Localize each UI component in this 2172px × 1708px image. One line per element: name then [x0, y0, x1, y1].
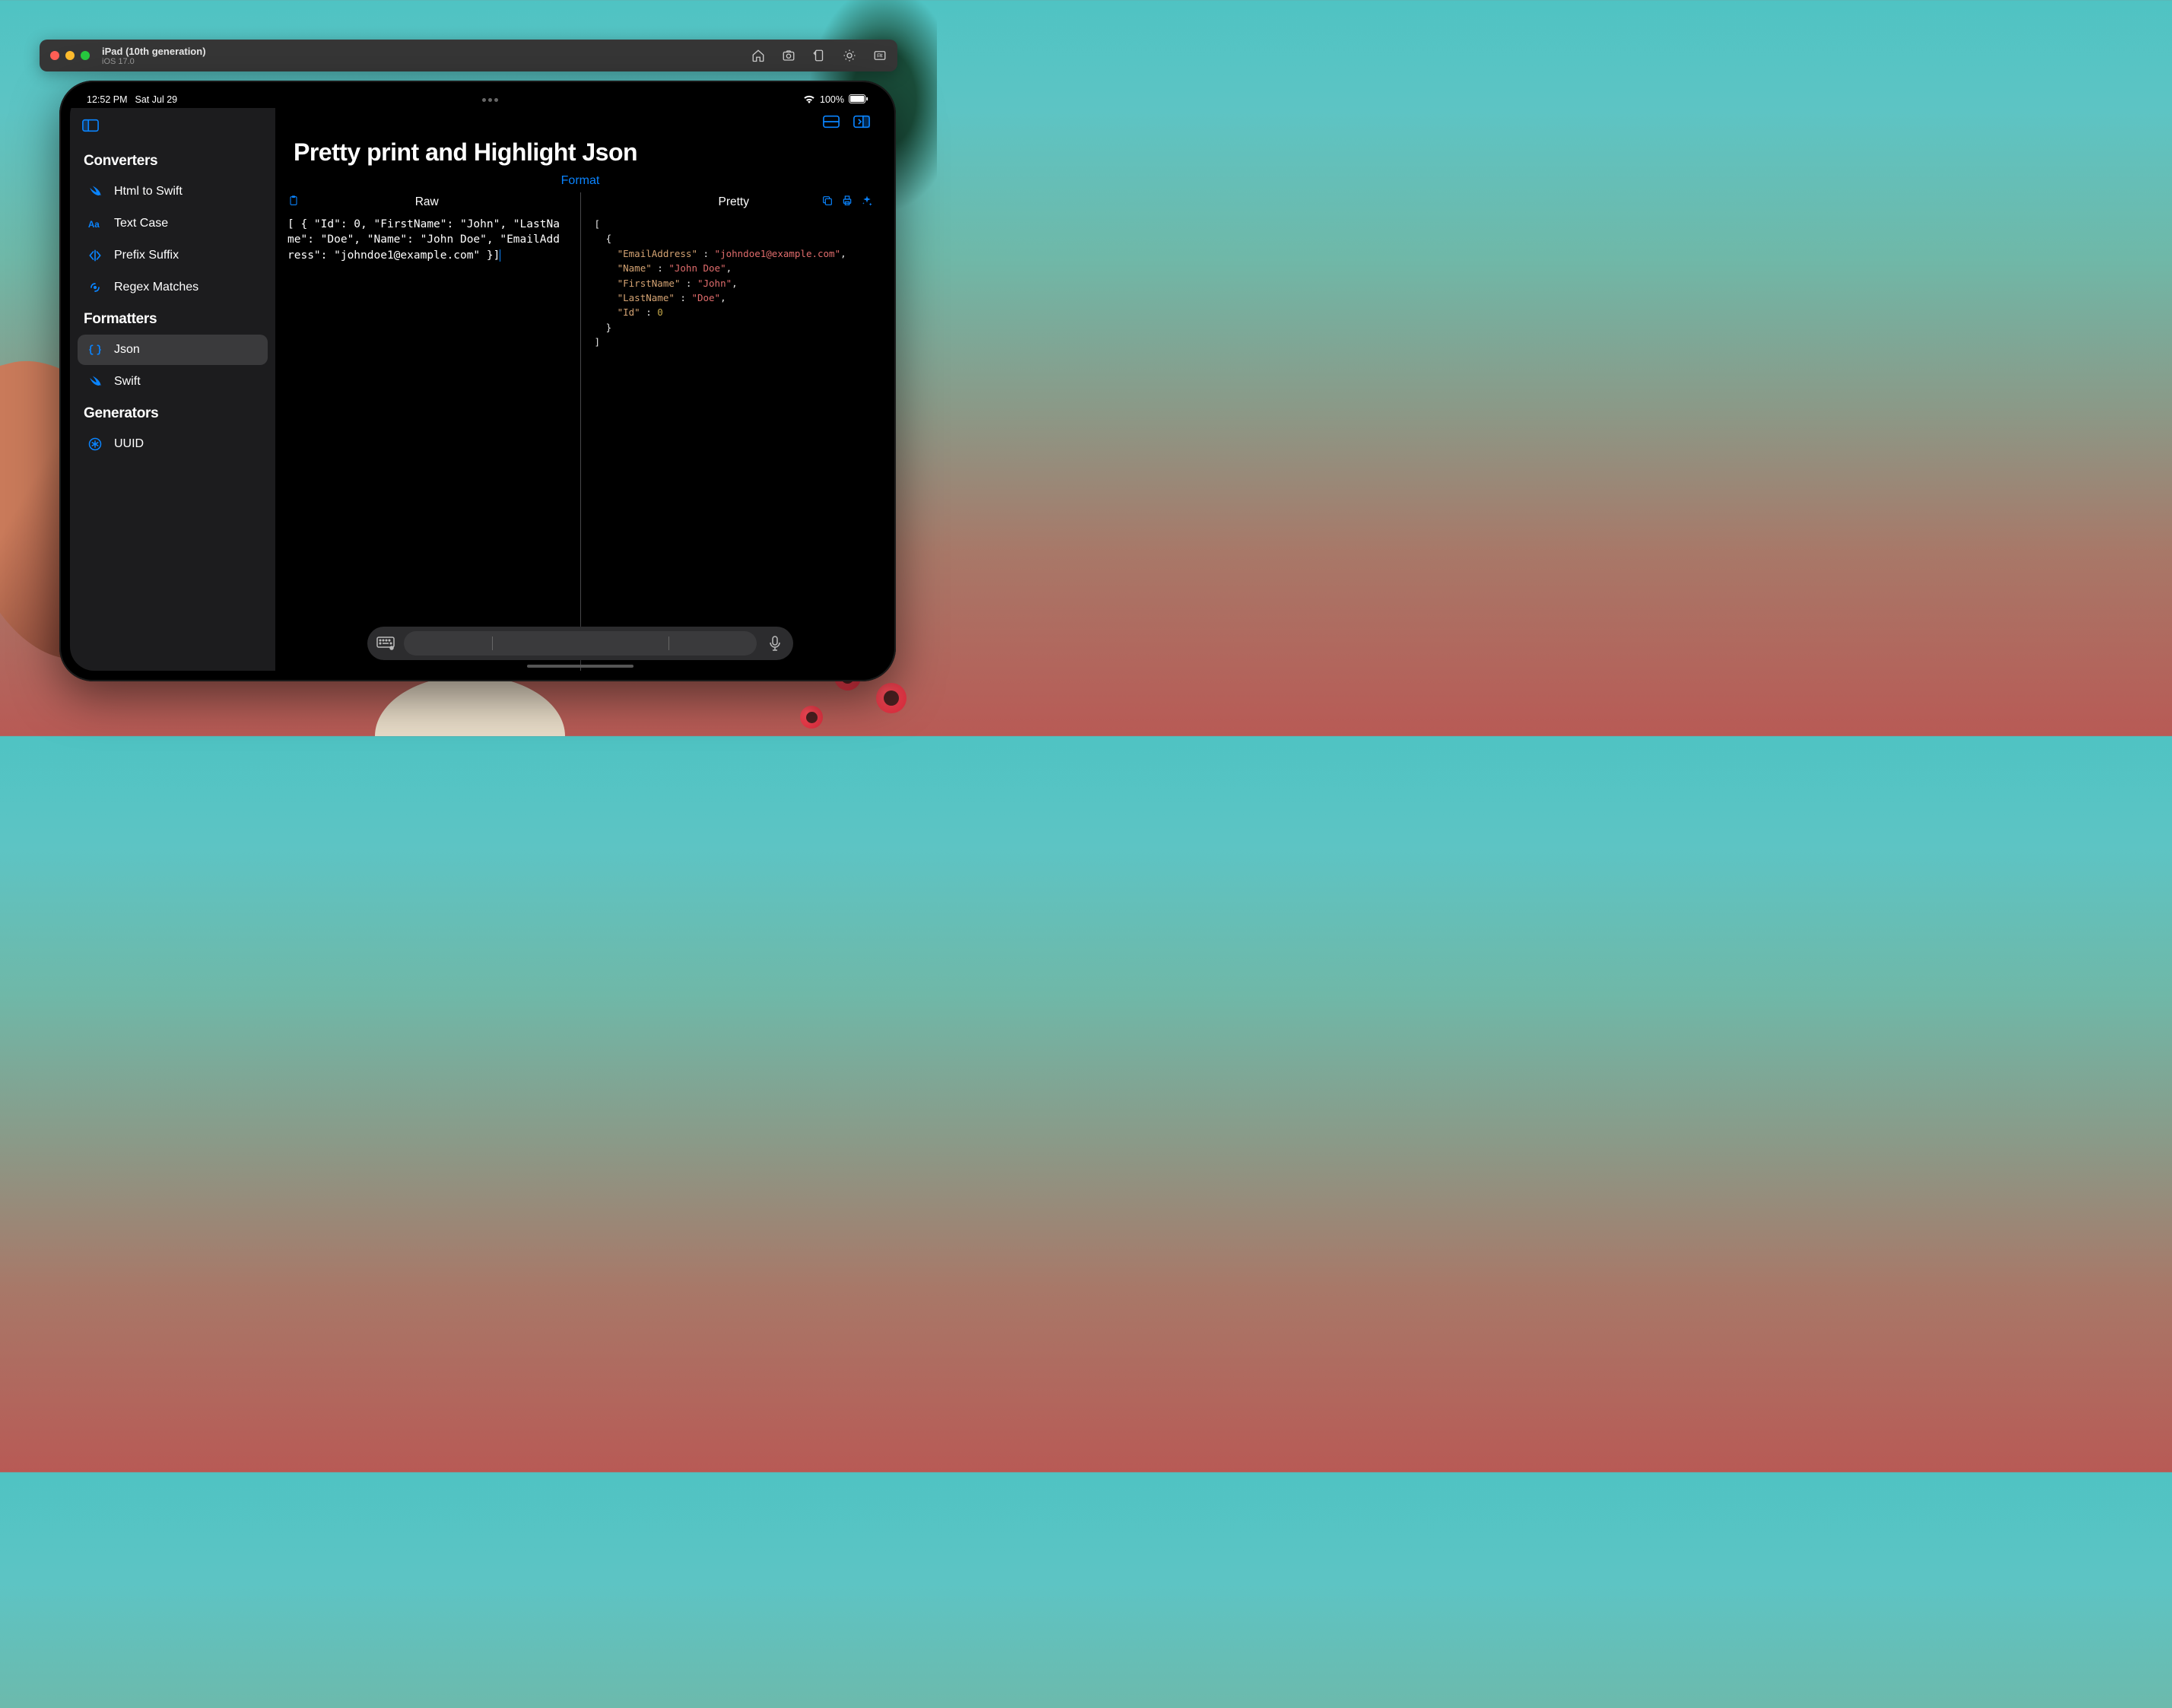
status-time: 12:52 PM: [87, 94, 128, 105]
nav-uuid[interactable]: UUID: [78, 429, 268, 459]
nav-label: Json: [114, 343, 140, 357]
asterisk-circle-icon: [87, 436, 103, 452]
section-formatters: Formatters: [70, 303, 275, 334]
simulator-device-name: iPad (10th generation): [102, 46, 206, 57]
ipad-screen: 12:52 PM Sat Jul 29 100% Converters Html…: [70, 91, 885, 671]
ipad-device-frame: 12:52 PM Sat Jul 29 100% Converters Html…: [59, 81, 896, 681]
simulator-os-version: iOS 17.0: [102, 57, 206, 66]
raw-pane: Raw [ { "Id": 0, "FirstName": "John", "L…: [275, 192, 579, 671]
home-icon[interactable]: [751, 49, 765, 62]
raw-code-input[interactable]: [ { "Id": 0, "FirstName": "John", "LastN…: [284, 215, 570, 671]
nav-label: Swift: [114, 375, 141, 389]
regex-icon: [87, 279, 103, 296]
screenshot-icon[interactable]: [782, 49, 795, 62]
pretty-pane: Pretty [ { "EmailAddress" : "johndoe1@ex…: [583, 192, 886, 671]
maximize-button[interactable]: [81, 51, 90, 60]
sparkle-icon[interactable]: [861, 195, 873, 211]
brightness-icon[interactable]: [843, 49, 856, 62]
sidebar: Converters Html to Swift Aa Text Case Pr…: [70, 108, 275, 671]
nav-label: UUID: [114, 437, 144, 451]
swift-bird-icon: [87, 183, 103, 200]
nav-prefix-suffix[interactable]: Prefix Suffix: [78, 240, 268, 271]
keyboard-accessory-bar: [367, 627, 793, 660]
keyboard-suggestion-field[interactable]: [404, 631, 757, 656]
pretty-code-output: [ { "EmailAddress" : "johndoe1@example.c…: [592, 215, 877, 671]
home-indicator[interactable]: [527, 665, 634, 668]
multitask-dots-icon[interactable]: [177, 98, 803, 102]
keyboard-icon[interactable]: [373, 631, 398, 656]
section-converters: Converters: [70, 145, 275, 176]
layout-horizontal-icon[interactable]: [823, 115, 840, 132]
section-generators: Generators: [70, 398, 275, 428]
copy-icon[interactable]: [821, 195, 834, 211]
svg-text:Aa: Aa: [88, 220, 100, 230]
page-title: Pretty print and Highlight Json: [275, 138, 885, 174]
nav-json[interactable]: Json: [78, 335, 268, 365]
status-bar: 12:52 PM Sat Jul 29 100%: [70, 91, 885, 108]
swift-bird-icon: [87, 373, 103, 390]
keyboard-shortcut-icon[interactable]: [873, 49, 887, 62]
nav-label: Regex Matches: [114, 281, 198, 294]
text-case-icon: Aa: [87, 215, 103, 232]
print-icon[interactable]: [841, 195, 853, 211]
prefix-suffix-icon: [87, 247, 103, 264]
raw-label: Raw: [415, 195, 439, 209]
json-braces-icon: [87, 341, 103, 358]
nav-swift[interactable]: Swift: [78, 367, 268, 397]
window-controls: [50, 51, 90, 60]
minimize-button[interactable]: [65, 51, 75, 60]
hide-sidebar-icon[interactable]: [853, 115, 870, 132]
status-date: Sat Jul 29: [135, 94, 178, 105]
format-button[interactable]: Format: [275, 174, 885, 192]
paste-icon[interactable]: [287, 195, 300, 211]
battery-icon: [849, 94, 868, 106]
microphone-icon[interactable]: [763, 631, 787, 656]
wifi-icon: [803, 94, 815, 106]
nav-text-case[interactable]: Aa Text Case: [78, 208, 268, 239]
nav-regex-matches[interactable]: Regex Matches: [78, 272, 268, 303]
nav-label: Html to Swift: [114, 185, 183, 198]
nav-html-to-swift[interactable]: Html to Swift: [78, 176, 268, 207]
close-button[interactable]: [50, 51, 59, 60]
nav-label: Prefix Suffix: [114, 249, 179, 262]
battery-percent: 100%: [820, 94, 844, 105]
pane-divider[interactable]: [580, 192, 581, 671]
nav-label: Text Case: [114, 217, 168, 230]
rotate-icon[interactable]: [812, 49, 826, 62]
sidebar-toggle-button[interactable]: [70, 114, 275, 145]
main-content: Pretty print and Highlight Json Format R…: [275, 108, 885, 671]
pretty-label: Pretty: [719, 195, 749, 209]
simulator-titlebar: iPad (10th generation) iOS 17.0: [40, 40, 897, 71]
